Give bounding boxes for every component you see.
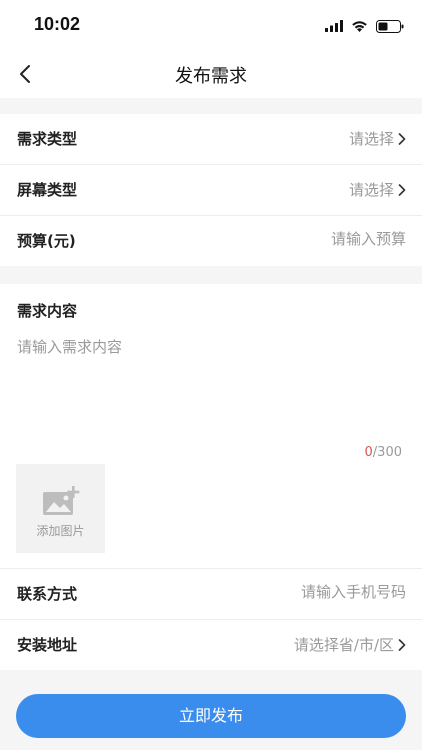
cellular-signal-icon — [325, 20, 343, 32]
demand-type-select[interactable]: 请选择 — [349, 128, 406, 149]
battery-icon — [376, 19, 404, 33]
row-demand-type[interactable]: 需求类型 请选择 — [0, 114, 422, 165]
page-title: 发布需求 — [175, 66, 247, 87]
budget-field-wrap — [226, 230, 406, 248]
budget-input[interactable] — [226, 230, 406, 248]
row-label: 联系方式 — [17, 585, 78, 603]
phone-input[interactable] — [226, 583, 406, 601]
chevron-right-icon — [398, 183, 406, 196]
address-select[interactable]: 请选择省/市/区 — [294, 634, 406, 655]
add-image-icon — [43, 486, 80, 515]
status-bar: 10:02 — [0, 0, 422, 50]
wifi-icon — [352, 21, 367, 32]
row-screen-type[interactable]: 屏幕类型 请选择 — [0, 165, 422, 216]
row-label: 安装地址 — [17, 636, 78, 654]
row-address[interactable]: 安装地址 请选择省/市/区 — [0, 620, 422, 670]
form-card-contact: 联系方式 安装地址 请选择省/市/区 — [0, 568, 422, 670]
form-card-content: 需求内容 0/300 添加图片 — [0, 284, 422, 568]
phone-field-wrap — [226, 583, 406, 601]
select-value: 请选择省/市/区 — [293, 636, 394, 654]
char-count-max: /300 — [372, 445, 402, 460]
content-title: 需求内容 — [17, 302, 78, 320]
status-time: 10:02 — [34, 14, 81, 34]
screen-type-select[interactable]: 请选择 — [349, 179, 406, 200]
nav-bar: 发布需求 — [0, 50, 422, 98]
row-label: 需求类型 — [17, 130, 78, 148]
content-textarea[interactable] — [17, 336, 405, 426]
row-label: 预算(元) — [17, 232, 76, 250]
status-icons — [325, 18, 404, 34]
char-counter: 0/300 — [365, 445, 402, 460]
submit-button[interactable]: 立即发布 — [16, 694, 406, 738]
add-image-label: 添加图片 — [36, 524, 85, 538]
form-card-basic: 需求类型 请选择 屏幕类型 请选择 预算(元) — [0, 114, 422, 266]
select-value: 请选择 — [348, 181, 394, 199]
row-contact: 联系方式 — [0, 569, 422, 620]
select-value: 请选择 — [348, 130, 394, 148]
chevron-right-icon — [398, 638, 406, 651]
chevron-right-icon — [398, 132, 406, 145]
row-label: 屏幕类型 — [17, 181, 78, 199]
char-count-current: 0 — [364, 445, 373, 460]
row-budget: 预算(元) — [0, 216, 422, 266]
add-image-button[interactable]: 添加图片 — [16, 464, 105, 553]
